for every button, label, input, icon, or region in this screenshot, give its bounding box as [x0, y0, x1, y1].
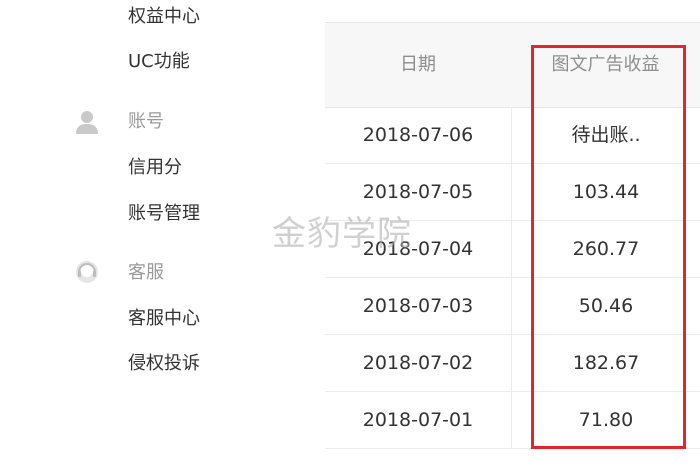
sidebar-group-customer-service: 客服	[128, 262, 164, 283]
sidebar-item-rights-center[interactable]: 权益中心	[128, 5, 200, 29]
cell-revenue: 50.46	[511, 278, 700, 334]
sidebar-item-credit-score[interactable]: 信用分	[128, 156, 182, 180]
table-header: 日期 图文广告收益	[325, 22, 700, 108]
table-row: 2018-07-04 260.77	[325, 221, 700, 278]
cell-revenue: 待出账..	[511, 107, 700, 163]
sidebar-item-uc-features[interactable]: UC功能	[128, 50, 190, 74]
sidebar-item-account-management[interactable]: 账号管理	[128, 202, 200, 226]
cell-revenue: 260.77	[511, 221, 700, 277]
cell-revenue: 103.44	[511, 164, 700, 220]
cell-revenue: 71.80	[511, 392, 700, 448]
sidebar: 权益中心 UC功能 账号 信用分 账号管理 客服 客服中心 侵权投诉	[0, 0, 325, 469]
column-header-ad-revenue[interactable]: 图文广告收益	[511, 23, 700, 107]
customer-service-icon	[76, 261, 98, 283]
table-row: 2018-07-06 待出账..	[325, 107, 700, 164]
cell-date: 2018-07-04	[362, 238, 474, 260]
revenue-table: 日期 图文广告收益 2018-07-06 待出账.. 2018-07-05 10…	[325, 22, 700, 469]
user-icon	[76, 111, 98, 134]
sidebar-item-service-center[interactable]: 客服中心	[128, 307, 200, 331]
cell-revenue: 182.67	[511, 335, 700, 391]
cell-date: 2018-07-02	[362, 352, 474, 374]
cell-date: 2018-07-03	[362, 295, 474, 317]
sidebar-group-account: 账号	[128, 111, 164, 132]
table-row: 2018-07-01 71.80	[325, 392, 700, 449]
table-row: 2018-07-02 182.67	[325, 335, 700, 392]
sidebar-item-infringement-complaint[interactable]: 侵权投诉	[128, 352, 200, 376]
cell-date: 2018-07-01	[362, 409, 474, 431]
cell-date: 2018-07-05	[362, 181, 474, 203]
table-row: 2018-07-05 103.44	[325, 164, 700, 221]
cell-date: 2018-07-06	[362, 124, 474, 146]
table-row: 2018-07-03 50.46	[325, 278, 700, 335]
column-header-date[interactable]: 日期	[325, 23, 511, 107]
